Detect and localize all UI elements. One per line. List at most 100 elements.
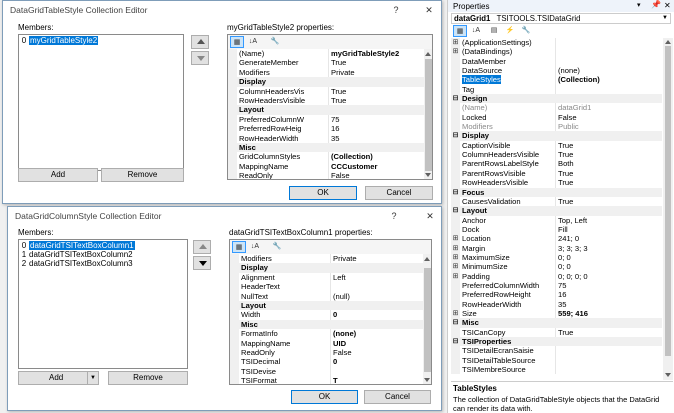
property-value[interactable]: 0 bbox=[330, 357, 423, 367]
cancel-button[interactable]: Cancel bbox=[365, 186, 433, 200]
property-value[interactable]: 0; 0 bbox=[555, 252, 662, 263]
property-value[interactable]: UID bbox=[330, 338, 423, 348]
close-button[interactable]: ✕ bbox=[422, 209, 438, 223]
property-row[interactable]: ⊞ MaximumSize 0; 0 bbox=[451, 252, 662, 263]
property-row[interactable]: (Name) dataGrid1 bbox=[451, 103, 662, 113]
property-row[interactable]: TSIFormat T bbox=[230, 376, 423, 384]
list-item[interactable]: 0 myGridTableStyle2 bbox=[19, 36, 183, 45]
close-icon[interactable]: ✕ bbox=[664, 1, 671, 10]
property-row[interactable]: MappingName UID bbox=[230, 338, 423, 348]
add-button[interactable]: Add ▼ bbox=[18, 371, 99, 385]
property-value[interactable]: 241; 0 bbox=[555, 234, 662, 244]
close-button[interactable]: ✕ bbox=[421, 3, 437, 17]
cancel-button[interactable]: Cancel bbox=[364, 390, 431, 404]
property-row[interactable]: ⊞ Size 559; 416 bbox=[451, 308, 662, 319]
expand-icon[interactable]: ⊞ bbox=[452, 39, 459, 46]
move-up-button[interactable] bbox=[191, 35, 209, 49]
property-row[interactable]: Modifiers Private bbox=[228, 67, 424, 78]
expand-icon[interactable]: ⊞ bbox=[452, 48, 459, 55]
property-value[interactable] bbox=[555, 365, 662, 375]
scroll-up-icon[interactable] bbox=[665, 40, 671, 44]
help-button[interactable]: ? bbox=[386, 209, 402, 223]
property-row[interactable]: PreferredColumnW 75 bbox=[228, 114, 424, 125]
property-category[interactable]: ⊟ Misc bbox=[451, 318, 662, 328]
property-value[interactable]: True bbox=[328, 95, 424, 106]
categorized-icon[interactable]: ▦ bbox=[230, 36, 244, 48]
property-row[interactable]: ⊞ Padding 0; 0; 0; 0 bbox=[451, 271, 662, 281]
property-value[interactable]: 559; 416 bbox=[555, 308, 662, 319]
property-row[interactable]: TSIDetailEcranSaisie bbox=[451, 346, 662, 356]
property-value[interactable]: True bbox=[555, 140, 662, 151]
property-row[interactable]: TSIDetailTableSource bbox=[451, 355, 662, 366]
property-row[interactable]: Tag bbox=[451, 84, 662, 95]
scroll-thumb[interactable] bbox=[665, 46, 671, 356]
property-row[interactable]: PreferredColumnWidth 75 bbox=[451, 280, 662, 291]
members-listbox[interactable]: 0 dataGridTSITextBoxColumn1 1 dataGridTSIT… bbox=[18, 239, 188, 369]
property-category[interactable]: Misc bbox=[228, 142, 424, 153]
expand-icon[interactable]: ⊞ bbox=[452, 263, 459, 270]
property-row[interactable]: DataMember bbox=[451, 56, 662, 67]
property-grid[interactable]: ▦ ↓A 🔧 Modifiers Private Display Alignment L… bbox=[229, 239, 432, 385]
property-row[interactable]: ReadOnly False bbox=[230, 347, 423, 358]
expand-icon[interactable]: ⊞ bbox=[452, 235, 459, 242]
property-value[interactable]: 0; 0; 0; 0 bbox=[555, 271, 662, 281]
property-value[interactable]: 75 bbox=[555, 280, 662, 291]
alphabetical-icon[interactable]: ↓A bbox=[246, 36, 260, 48]
property-value[interactable]: 16 bbox=[328, 124, 424, 134]
alphabetical-icon[interactable]: ↓A bbox=[469, 25, 483, 37]
expand-icon[interactable]: ⊞ bbox=[452, 310, 459, 317]
property-row[interactable]: TSIDevise bbox=[230, 366, 423, 377]
expand-icon[interactable]: ⊞ bbox=[452, 245, 459, 252]
property-value[interactable]: Left bbox=[330, 272, 423, 283]
property-value[interactable]: 75 bbox=[328, 114, 424, 125]
property-value[interactable] bbox=[555, 84, 662, 95]
property-category[interactable]: ⊟ Display bbox=[451, 131, 662, 141]
properties-scrollbar[interactable] bbox=[663, 38, 673, 380]
scroll-down-icon[interactable] bbox=[424, 378, 430, 382]
property-value[interactable]: 35 bbox=[555, 299, 662, 309]
property-value[interactable]: (none) bbox=[330, 329, 423, 339]
property-value[interactable]: Private bbox=[328, 67, 424, 78]
property-row[interactable]: ⊞ (ApplicationSettings) bbox=[451, 38, 662, 48]
property-row[interactable]: NullText (null) bbox=[230, 291, 423, 301]
property-row[interactable]: RowHeadersVisible True bbox=[228, 95, 424, 106]
collapse-icon[interactable]: ⊟ bbox=[452, 132, 459, 139]
property-category[interactable]: Layout bbox=[228, 105, 424, 115]
property-row[interactable]: RowHeaderWidth 35 bbox=[451, 299, 662, 309]
expand-icon[interactable]: ⊞ bbox=[452, 273, 459, 280]
property-category[interactable]: ⊟ Layout bbox=[451, 206, 662, 216]
categorized-icon[interactable]: ▦ bbox=[453, 25, 467, 37]
property-value[interactable]: Top, Left bbox=[555, 215, 662, 225]
property-value[interactable]: (none) bbox=[555, 66, 662, 76]
property-category[interactable]: ⊟ Design bbox=[451, 94, 662, 104]
move-down-button[interactable] bbox=[191, 51, 209, 65]
remove-button[interactable]: Remove bbox=[101, 168, 184, 182]
property-value[interactable]: 0 bbox=[330, 310, 423, 320]
add-button[interactable]: Add bbox=[18, 168, 98, 182]
property-category[interactable]: Display bbox=[230, 263, 423, 273]
property-scrollbar[interactable] bbox=[423, 254, 431, 384]
dropdown-arrow-icon[interactable]: ▼ bbox=[87, 372, 98, 384]
property-row[interactable]: TSIDecimal 0 bbox=[230, 357, 423, 367]
property-row[interactable]: ⊞ MinimumSize 0; 0 bbox=[451, 262, 662, 272]
property-pages-icon[interactable]: 🔧 bbox=[519, 25, 533, 37]
property-row[interactable]: FormatInfo (none) bbox=[230, 329, 423, 339]
property-row[interactable]: CaptionVisible True bbox=[451, 140, 662, 151]
property-row[interactable]: ⊞ Location 241; 0 bbox=[451, 234, 662, 244]
property-scrollbar[interactable] bbox=[424, 49, 432, 179]
property-row[interactable]: Alignment Left bbox=[230, 272, 423, 283]
property-row[interactable]: TSIMembreSource bbox=[451, 365, 662, 375]
scroll-thumb[interactable] bbox=[424, 268, 431, 372]
property-value[interactable]: True bbox=[328, 86, 424, 96]
property-value[interactable]: True bbox=[555, 196, 662, 207]
list-item[interactable]: 1 dataGridTSITextBoxColumn2 bbox=[19, 250, 187, 259]
collapse-icon[interactable]: ⊟ bbox=[452, 189, 459, 196]
property-value[interactable]: dataGrid1 bbox=[555, 103, 662, 113]
property-row[interactable]: RowHeaderWidth 35 bbox=[228, 133, 424, 143]
property-pages-icon[interactable]: 🔧 bbox=[270, 241, 284, 253]
property-value[interactable]: True bbox=[555, 168, 662, 179]
property-row[interactable]: Modifiers Public bbox=[451, 122, 662, 132]
property-row[interactable]: PreferredRowHeig 16 bbox=[228, 124, 424, 134]
property-grid[interactable]: ▦ ↓A 🔧 (Name) myGridTableStyle2 GenerateMe… bbox=[227, 34, 433, 180]
property-row[interactable]: Width 0 bbox=[230, 310, 423, 320]
